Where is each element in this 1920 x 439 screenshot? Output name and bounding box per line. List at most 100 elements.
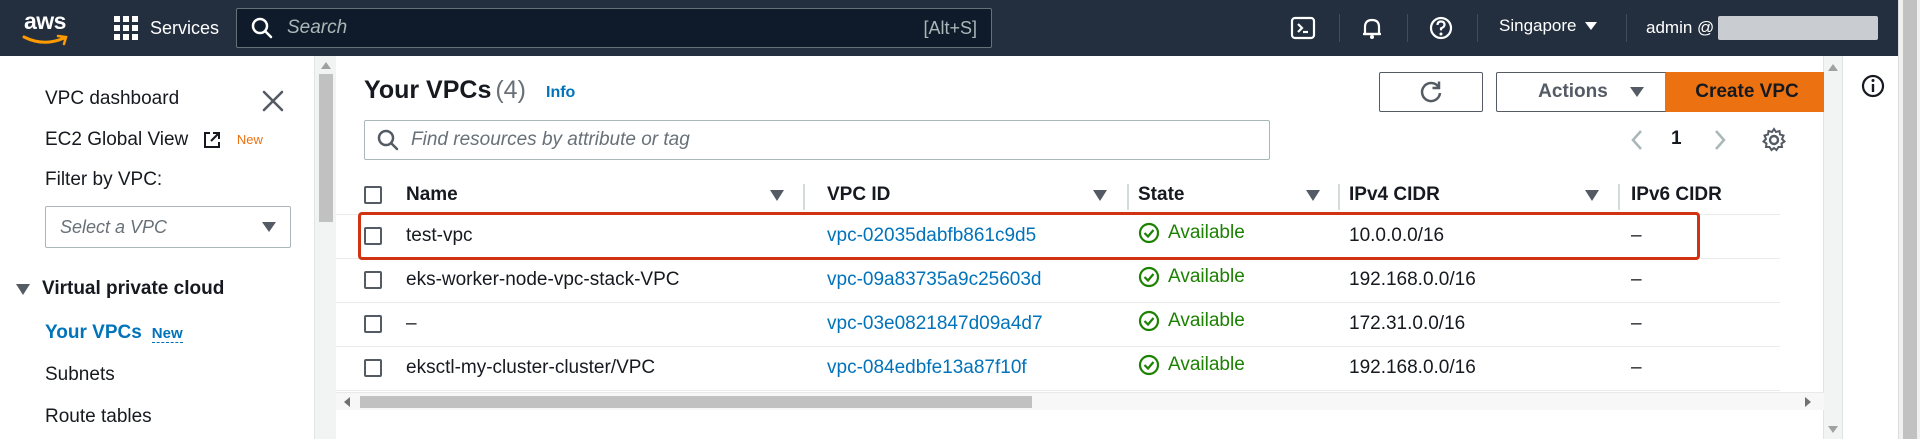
- column-header-state[interactable]: State: [1128, 176, 1340, 215]
- table-row[interactable]: eks-worker-node-vpc-stack-VPC vpc-09a837…: [336, 258, 1780, 303]
- global-search-input[interactable]: Search [Alt+S]: [236, 8, 992, 48]
- column-header-ipv6-cidr[interactable]: IPv6 CIDR: [1619, 176, 1780, 215]
- ipv6-cell: –: [1619, 258, 1780, 303]
- filter-by-vpc-label: Filter by VPC:: [45, 169, 163, 190]
- nav-separator: [1626, 14, 1627, 42]
- account-id-redacted: [1718, 16, 1879, 40]
- caret-down-icon: [16, 283, 30, 295]
- close-icon[interactable]: [260, 88, 286, 114]
- row-checkbox[interactable]: [364, 358, 382, 377]
- region-label: Singapore: [1499, 16, 1577, 35]
- scroll-up-icon: [321, 62, 331, 69]
- info-icon[interactable]: [1860, 73, 1886, 99]
- column-header-ipv4-cidr[interactable]: IPv4 CIDR: [1339, 176, 1620, 215]
- search-icon: [377, 129, 399, 151]
- scroll-left-icon[interactable]: [344, 397, 350, 407]
- bell-icon[interactable]: [1358, 14, 1386, 42]
- sidebar-item-subnets[interactable]: Subnets: [45, 364, 115, 386]
- vpc-filter-select[interactable]: Select a VPC: [45, 206, 291, 248]
- aws-smile-icon: [22, 34, 68, 46]
- vpc-name-cell: eks-worker-node-vpc-stack-VPC: [406, 258, 820, 303]
- select-all-checkbox[interactable]: [364, 185, 382, 204]
- cloudshell-icon[interactable]: [1289, 14, 1317, 42]
- account-menu[interactable]: admin @: [1646, 16, 1879, 40]
- actions-button[interactable]: Actions: [1496, 72, 1686, 112]
- column-header-vpc-id[interactable]: VPC ID: [820, 176, 1129, 215]
- ipv4-cell: 192.168.0.0/16: [1339, 258, 1619, 303]
- refresh-icon: [1420, 81, 1442, 103]
- search-icon: [251, 17, 273, 39]
- status-text: Available: [1168, 222, 1245, 243]
- vpc-id-link[interactable]: vpc-02035dabfb861c9d5: [827, 225, 1036, 246]
- scrollbar-thumb[interactable]: [360, 396, 1032, 408]
- sidebar-item-vpc-dashboard[interactable]: VPC dashboard: [45, 88, 179, 110]
- status-text: Available: [1168, 310, 1245, 331]
- ipv6-cell: –: [1619, 214, 1780, 259]
- status-text: Available: [1168, 354, 1245, 375]
- status-badge: Available: [1138, 310, 1245, 332]
- column-label: IPv4 CIDR: [1349, 183, 1440, 205]
- sidebar-item-route-tables[interactable]: Route tables: [45, 406, 152, 428]
- info-link[interactable]: Info: [546, 84, 575, 102]
- create-vpc-button[interactable]: Create VPC: [1665, 72, 1829, 112]
- sidebar-item-ec2-global-view[interactable]: EC2 Global View New: [45, 129, 263, 151]
- vpc-table: Name VPC ID State IPv4 CIDR IPv6 CIDR te…: [336, 176, 1780, 391]
- scrollbar-thumb[interactable]: [1903, 0, 1917, 439]
- help-icon[interactable]: [1427, 14, 1455, 42]
- page-scrollbar[interactable]: [1898, 0, 1920, 439]
- main-vertical-scrollbar[interactable]: [1824, 56, 1842, 439]
- vpc-id-link[interactable]: vpc-09a83735a9c25603d: [827, 269, 1041, 290]
- column-header-name[interactable]: Name: [406, 176, 820, 215]
- sidebar-item-label: EC2 Global View: [45, 129, 189, 150]
- check-circle-icon: [1138, 266, 1160, 288]
- vpc-count: (4): [495, 76, 526, 104]
- services-menu[interactable]: Services: [114, 16, 219, 40]
- column-label: Name: [406, 183, 458, 205]
- aws-logo-text: aws: [24, 8, 66, 34]
- vpc-name-cell: eksctl-my-cluster-cluster/VPC: [406, 346, 820, 391]
- ipv4-cell: 172.31.0.0/16: [1339, 302, 1619, 347]
- vpc-name-cell: –: [406, 302, 820, 347]
- row-checkbox[interactable]: [364, 314, 382, 333]
- scroll-down-icon[interactable]: [1828, 426, 1838, 433]
- caret-down-icon: [1629, 87, 1644, 97]
- page-number[interactable]: 1: [1671, 128, 1682, 150]
- region-selector[interactable]: Singapore: [1499, 16, 1597, 36]
- nav-separator: [1477, 14, 1478, 42]
- gear-icon[interactable]: [1761, 127, 1787, 153]
- table-row[interactable]: test-vpc vpc-02035dabfb861c9d5 Available…: [336, 214, 1780, 259]
- sidebar-item-label: Your VPCs: [45, 322, 142, 343]
- new-badge: New: [151, 325, 183, 343]
- status-badge: Available: [1138, 222, 1245, 244]
- aws-logo[interactable]: aws: [20, 8, 74, 48]
- sidebar-scrollbar[interactable]: [314, 56, 336, 439]
- table-row[interactable]: eksctl-my-cluster-cluster/VPC vpc-084edb…: [336, 346, 1780, 391]
- column-divider[interactable]: [803, 184, 805, 210]
- column-label: VPC ID: [827, 183, 891, 205]
- chevron-right-icon[interactable]: [1707, 128, 1731, 152]
- scroll-up-icon[interactable]: [1828, 64, 1838, 71]
- sort-caret-icon: [1585, 190, 1599, 201]
- refresh-button[interactable]: [1379, 72, 1483, 112]
- scroll-right-icon[interactable]: [1805, 397, 1811, 407]
- vpc-id-link[interactable]: vpc-03e0821847d09a4d7: [827, 313, 1043, 334]
- row-checkbox[interactable]: [364, 270, 382, 289]
- table-row[interactable]: – vpc-03e0821847d09a4d7 Available 172.31…: [336, 302, 1780, 347]
- row-checkbox[interactable]: [364, 226, 382, 245]
- vpc-select-placeholder: Select a VPC: [60, 216, 168, 237]
- filter-placeholder: Find resources by attribute or tag: [411, 129, 690, 150]
- scrollbar-thumb[interactable]: [319, 74, 333, 222]
- account-label: admin @: [1646, 18, 1715, 37]
- check-circle-icon: [1138, 222, 1160, 244]
- nav-separator: [1339, 14, 1340, 42]
- vpc-id-link[interactable]: vpc-084edbfe13a87f10f: [827, 357, 1027, 378]
- sidebar-item-your-vpcs[interactable]: Your VPCs New: [45, 322, 183, 344]
- search-shortcut: [Alt+S]: [923, 17, 977, 38]
- ipv4-cell: 192.168.0.0/16: [1339, 346, 1619, 391]
- section-virtual-private-cloud[interactable]: Virtual private cloud: [16, 278, 224, 300]
- table-horizontal-scrollbar[interactable]: [336, 392, 1824, 410]
- filter-input[interactable]: Find resources by attribute or tag: [364, 120, 1270, 160]
- chevron-left-icon[interactable]: [1626, 128, 1650, 152]
- ipv6-cell: –: [1619, 302, 1780, 347]
- column-label: State: [1138, 183, 1185, 205]
